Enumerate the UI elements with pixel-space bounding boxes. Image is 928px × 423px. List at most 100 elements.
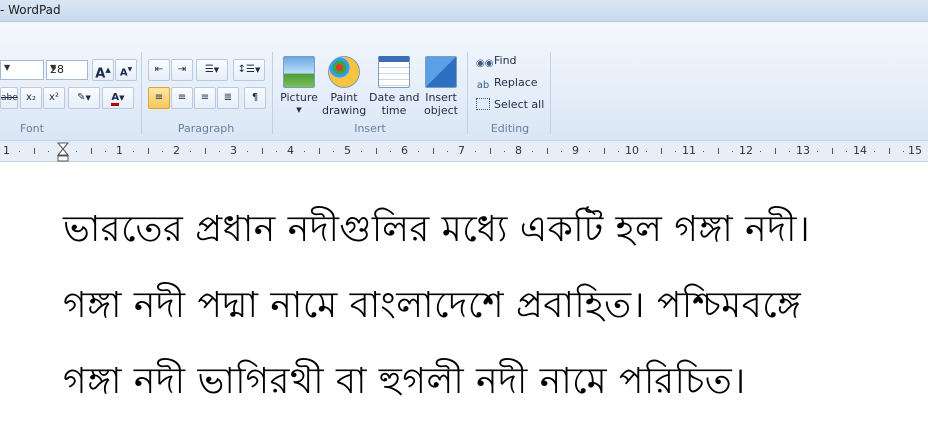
align-right-button[interactable]: ≡ bbox=[194, 87, 216, 109]
increase-indent-button[interactable]: ⇥ bbox=[171, 59, 193, 81]
ruler-tick bbox=[219, 151, 220, 152]
paint-drawing-button[interactable]: Paint drawing bbox=[322, 56, 366, 117]
font-family-combo[interactable]: ▼ bbox=[0, 60, 44, 80]
ruler-number: 5 bbox=[344, 144, 351, 157]
ruler-tick bbox=[604, 148, 605, 154]
shrink-font-button[interactable]: A▼ bbox=[115, 59, 137, 81]
select-all-label: Select all bbox=[494, 98, 545, 111]
subscript-button[interactable]: x₂ bbox=[20, 87, 42, 109]
ruler-number: 15 bbox=[908, 144, 922, 157]
ruler-number: 10 bbox=[625, 144, 639, 157]
grow-font-button[interactable]: A▲ bbox=[92, 59, 114, 81]
ruler-tick bbox=[718, 148, 719, 154]
group-divider bbox=[272, 52, 273, 134]
document-line[interactable]: গঙ্গা নদী ভাগিরথী বা হুগলী নদী নামে পরিচ… bbox=[63, 354, 746, 414]
paint-label-1: Paint bbox=[330, 91, 358, 104]
picture-label: Picture bbox=[280, 91, 318, 104]
ruler-tick bbox=[34, 148, 35, 154]
paragraph-settings-button[interactable]: ¶ bbox=[244, 87, 266, 109]
binoculars-icon: ◉◉ bbox=[476, 58, 494, 69]
ruler-tick bbox=[903, 151, 904, 152]
insert-object-button[interactable]: Insert object bbox=[422, 56, 460, 117]
font-group-label: Font bbox=[20, 122, 44, 135]
ribbon bbox=[0, 22, 928, 140]
chevron-down-icon: ▼ bbox=[50, 63, 57, 72]
strikethrough-button[interactable]: abe bbox=[0, 87, 18, 109]
subscript-label: x₂ bbox=[26, 92, 36, 103]
date-time-label-1: Date and bbox=[369, 91, 420, 104]
ruler-number: 4 bbox=[287, 144, 294, 157]
line-spacing-button[interactable]: ↕☰▼ bbox=[233, 59, 265, 81]
picture-button[interactable]: Picture ▼ bbox=[280, 56, 318, 117]
ruler-tick bbox=[490, 148, 491, 154]
superscript-label: x² bbox=[49, 92, 59, 103]
select-all-icon bbox=[476, 98, 490, 110]
title-bar: - WordPad bbox=[0, 0, 928, 22]
calendar-clock-icon bbox=[378, 56, 410, 88]
ruler-tick bbox=[76, 151, 77, 152]
align-center-button[interactable]: ≡ bbox=[171, 87, 193, 109]
ruler-tick bbox=[532, 151, 533, 152]
ruler-tick bbox=[561, 151, 562, 152]
ruler-tick bbox=[775, 148, 776, 154]
ruler-tick bbox=[205, 148, 206, 154]
ruler-tick bbox=[48, 151, 49, 152]
ruler-tick bbox=[390, 151, 391, 152]
increase-indent-icon: ⇥ bbox=[177, 64, 187, 75]
ruler-tick bbox=[547, 148, 548, 154]
ruler-tick bbox=[661, 148, 662, 154]
date-time-button[interactable]: Date and time bbox=[369, 56, 419, 117]
ruler-number: 14 bbox=[853, 144, 867, 157]
justify-button[interactable]: ≣ bbox=[217, 87, 239, 109]
ruler[interactable]: 1 1 2 3 4 5 6 7 8 9 10 11 12 13 14 15 bbox=[0, 140, 928, 162]
ruler-tick bbox=[319, 148, 320, 154]
ruler-tick bbox=[589, 151, 590, 152]
ruler-tick bbox=[190, 151, 191, 152]
ruler-tick bbox=[832, 148, 833, 154]
select-all-button[interactable]: Select all bbox=[476, 98, 544, 111]
find-button[interactable]: ◉◉Find bbox=[476, 54, 517, 70]
ruler-number: 9 bbox=[572, 144, 579, 157]
ruler-tick bbox=[162, 151, 163, 152]
ruler-tick bbox=[732, 151, 733, 152]
replace-icon: ab bbox=[476, 80, 490, 91]
ruler-number: 11 bbox=[682, 144, 696, 157]
highlighter-icon: ✎ bbox=[77, 92, 86, 103]
replace-button[interactable]: ab Replace bbox=[476, 76, 538, 92]
group-divider bbox=[141, 52, 142, 134]
indent-marker-icon[interactable] bbox=[56, 141, 70, 163]
ruler-tick bbox=[703, 151, 704, 152]
window-title: - WordPad bbox=[0, 3, 61, 17]
document-area[interactable]: ভারতের প্রধান নদীগুলির মধ্যে একটি হল গঙ্… bbox=[0, 162, 928, 423]
document-line[interactable]: গঙ্গা নদী পদ্মা নামে বাংলাদেশে প্রবাহিত।… bbox=[63, 278, 801, 338]
paragraph-group-label: Paragraph bbox=[177, 122, 235, 135]
ruler-tick bbox=[789, 151, 790, 152]
editing-group-label: Editing bbox=[490, 122, 530, 135]
paragraph-icon: ¶ bbox=[251, 92, 259, 103]
superscript-button[interactable]: x² bbox=[43, 87, 65, 109]
align-left-button[interactable]: ≡ bbox=[148, 87, 170, 109]
ruler-number: 8 bbox=[515, 144, 522, 157]
font-size-combo[interactable]: 28 ▼ bbox=[46, 60, 88, 80]
highlight-color-button[interactable]: ✎▼ bbox=[68, 87, 100, 109]
bullet-list-icon: ☰ bbox=[204, 64, 214, 75]
chevron-down-icon: ▼ bbox=[4, 63, 11, 72]
picture-icon bbox=[283, 56, 315, 88]
ruler-tick bbox=[447, 151, 448, 152]
ruler-tick bbox=[418, 151, 419, 152]
ruler-tick bbox=[376, 148, 377, 154]
ruler-tick bbox=[874, 151, 875, 152]
decrease-indent-button[interactable]: ⇤ bbox=[148, 59, 170, 81]
decrease-indent-icon: ⇤ bbox=[154, 64, 164, 75]
grow-font-label: A bbox=[95, 66, 106, 82]
ruler-tick bbox=[247, 151, 248, 152]
group-divider bbox=[467, 52, 468, 134]
align-center-icon: ≡ bbox=[177, 92, 187, 103]
date-time-label-2: time bbox=[381, 104, 407, 117]
font-color-button[interactable]: A▼ bbox=[102, 87, 134, 109]
ruler-number: 1 bbox=[3, 144, 10, 157]
paint-palette-icon bbox=[328, 56, 360, 88]
bullets-button[interactable]: ☰▼ bbox=[196, 59, 228, 81]
ruler-tick bbox=[105, 151, 106, 152]
document-line[interactable]: ভারতের প্রধান নদীগুলির মধ্যে একটি হল গঙ্… bbox=[63, 202, 810, 262]
